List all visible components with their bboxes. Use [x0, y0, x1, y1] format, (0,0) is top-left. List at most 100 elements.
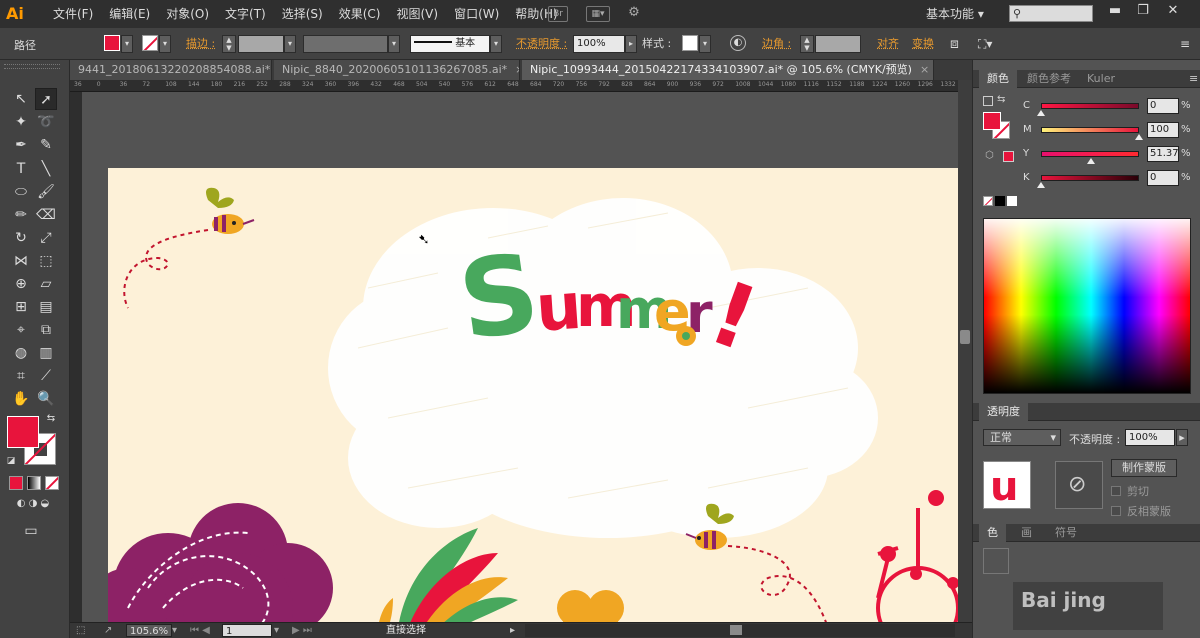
slider-knob[interactable] [1037, 110, 1045, 116]
pen-tool-icon[interactable]: ✒ [10, 134, 32, 156]
stroke-panel-link[interactable]: 描边 : [186, 35, 215, 53]
ellipse-tool-icon[interactable]: ⬭ [10, 181, 32, 203]
close-button[interactable]: ✕ [1160, 3, 1186, 19]
control-bar-menu-icon[interactable]: ≡ [1180, 35, 1190, 53]
panel-fill-swatch[interactable] [983, 112, 1001, 130]
next-last-artboard-buttons[interactable]: ▶ ⏭ [292, 624, 332, 637]
graphic-style-dropdown[interactable]: ▾ [699, 35, 711, 53]
slider-track[interactable] [1041, 103, 1139, 109]
magic-wand-tool-icon[interactable]: ✦ [10, 111, 32, 133]
mesh-tool-icon[interactable]: ⊞ [10, 296, 32, 318]
swatch-thumb[interactable] [983, 548, 1009, 574]
slider-value-field[interactable]: 0 [1147, 98, 1179, 114]
color-mode-icon[interactable] [9, 476, 23, 490]
width-tool-icon[interactable]: ⋈ [10, 250, 32, 272]
menu-file[interactable]: 文件(F) [45, 0, 101, 28]
swap-fill-stroke-icon[interactable]: ⇆ [44, 412, 58, 426]
menu-window[interactable]: 窗口(W) [446, 0, 507, 28]
document-tab-active[interactable]: Nipic_10993444_20150422174334103907.ai* … [522, 60, 934, 80]
opacity-dropdown[interactable]: ▸ [625, 35, 637, 53]
out-of-gamut-icon[interactable]: ⬡ [985, 150, 994, 161]
recolor-artwork-icon[interactable]: ◐ [730, 35, 746, 51]
color-spectrum[interactable] [983, 218, 1191, 394]
zoom-dropdown[interactable]: ▾ [172, 624, 182, 637]
gradient-tool-icon[interactable]: ▤ [35, 296, 57, 318]
pencil-tool-icon[interactable]: ✏ [10, 204, 32, 226]
shape-builder-tool-icon[interactable]: ⊕ [10, 273, 32, 295]
vertical-scrollbar[interactable] [958, 80, 972, 622]
slider-knob[interactable] [1086, 158, 1095, 164]
minimize-button[interactable]: ▬ [1102, 3, 1128, 19]
black-color-swatch[interactable] [995, 196, 1005, 206]
artboard[interactable]: S u m m e r ! [108, 168, 958, 622]
gpu-performance-icon[interactable]: ⚙ [624, 6, 644, 22]
menu-object[interactable]: 对象(O) [158, 0, 217, 28]
tab-symbols[interactable]: 符号 [1047, 524, 1085, 542]
menu-select[interactable]: 选择(S) [274, 0, 331, 28]
corner-radius-stepper[interactable]: ▲ ▼ [800, 35, 814, 53]
stroke-swatch[interactable] [142, 35, 158, 51]
menu-view[interactable]: 视图(V) [388, 0, 446, 28]
direct-selection-tool-icon[interactable]: ➚ [35, 88, 57, 110]
workspace-switcher[interactable]: 基本功能 ▾ [926, 4, 984, 24]
isolate-icon[interactable]: ⧈ [950, 35, 959, 53]
toolbar-grip[interactable] [4, 64, 60, 69]
opacity-panel-link[interactable]: 不透明度 : [516, 35, 567, 53]
fill-swatch[interactable] [104, 35, 120, 51]
drawing-modes-icon[interactable]: ◐ ◑ ◒ [9, 496, 57, 512]
horizontal-ruler[interactable]: 36 0 36 72 108 144 180 216 252 288 324 360 396 432 468… [70, 80, 958, 92]
menu-type[interactable]: 文字(T) [217, 0, 274, 28]
free-transform-tool-icon[interactable]: ⬚ [35, 250, 57, 272]
transparency-opacity-dropdown[interactable]: ▸ [1176, 429, 1188, 446]
search-input[interactable] [1010, 6, 1092, 21]
artboard-navigation-icon[interactable]: ↗ [104, 624, 118, 637]
closest-color-swatch[interactable] [1003, 151, 1014, 162]
vertical-scroll-thumb[interactable] [960, 330, 970, 344]
document-tab[interactable]: Nipic_8840_20200605101136267085.ai* × [274, 60, 520, 80]
canvas[interactable]: S u m m e r ! ➷ [82, 92, 958, 622]
status-icon[interactable]: ⬚ [76, 624, 90, 637]
current-tool-status[interactable]: 直接选择 [386, 624, 426, 637]
horizontal-scrollbar[interactable] [525, 624, 955, 637]
object-thumbnail[interactable]: u [983, 461, 1031, 510]
tab-transparency[interactable]: 透明度 [979, 403, 1028, 421]
tab-swatches[interactable]: 色 [979, 524, 1006, 542]
transparency-opacity-field[interactable]: 100% [1125, 429, 1175, 446]
close-tab-icon[interactable]: × [920, 63, 929, 76]
none-mode-icon[interactable] [45, 476, 59, 490]
make-mask-button[interactable]: 制作蒙版 [1111, 459, 1177, 477]
tab-kuler[interactable]: Kuler [1079, 70, 1123, 88]
default-colors-icon[interactable]: ◪ [4, 454, 18, 468]
search-box[interactable]: ⚲ [1009, 5, 1093, 22]
none-color-swatch[interactable] [983, 196, 993, 206]
vertical-ruler[interactable] [70, 92, 82, 622]
slider-value-field[interactable]: 100 [1147, 122, 1179, 138]
zoom-tool-icon[interactable]: 🔍 [35, 388, 57, 410]
zoom-field[interactable]: 105.6% [126, 624, 172, 637]
horizontal-scroll-thumb[interactable] [730, 625, 742, 635]
default-fill-stroke-icon[interactable] [983, 96, 993, 106]
slider-track[interactable] [1041, 175, 1139, 181]
lasso-tool-icon[interactable]: ➰ [35, 111, 57, 133]
blend-mode-select[interactable]: 正常 ▾ [983, 429, 1061, 446]
corner-panel-link[interactable]: 边角 : [762, 35, 791, 53]
graphic-style-swatch[interactable] [682, 35, 698, 51]
paintbrush-tool-icon[interactable]: 🖌 [35, 181, 57, 203]
panel-menu-icon[interactable]: ≡ [1181, 70, 1200, 88]
slider-knob[interactable] [1037, 182, 1045, 188]
blend-tool-icon[interactable]: ⧉ [35, 319, 57, 341]
stroke-weight-field[interactable] [238, 35, 284, 53]
swap-fill-stroke-icon[interactable]: ⇆ [997, 94, 1005, 105]
variable-width-dropdown[interactable]: ▾ [388, 35, 400, 53]
gradient-mode-icon[interactable] [27, 476, 41, 490]
stroke-weight-stepper[interactable]: ▲ ▼ [222, 35, 236, 53]
eyedropper-tool-icon[interactable]: ⌖ [10, 319, 32, 341]
eraser-tool-icon[interactable]: ⌫ [35, 204, 57, 226]
menu-edit[interactable]: 编辑(E) [101, 0, 158, 28]
clip-checkbox[interactable]: 剪切 [1111, 483, 1149, 499]
stroke-dropdown[interactable]: ▾ [159, 35, 171, 53]
arrange-options-icon[interactable]: ⛶▾ [978, 35, 992, 53]
artboard-number-field[interactable]: 1 [222, 624, 272, 637]
perspective-grid-tool-icon[interactable]: ▱ [35, 273, 57, 295]
brush-dropdown[interactable]: ▾ [490, 35, 502, 53]
